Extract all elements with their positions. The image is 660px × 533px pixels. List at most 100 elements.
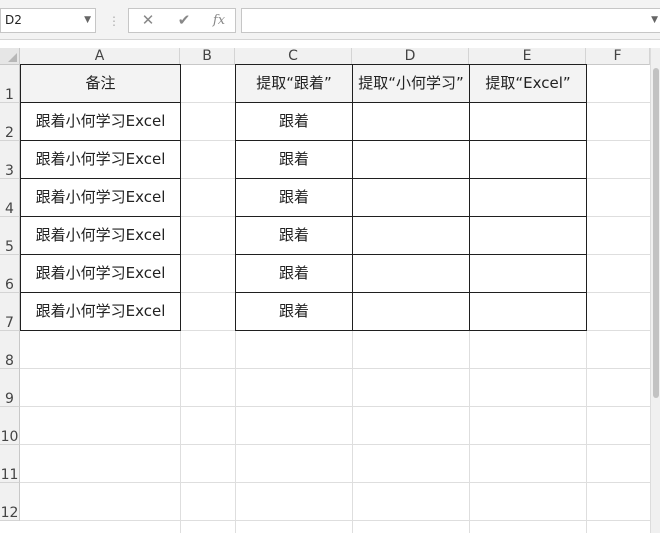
table-border	[20, 64, 21, 331]
cell-e6[interactable]	[470, 255, 586, 292]
table-border	[180, 64, 181, 331]
row-header-5[interactable]: 5	[0, 217, 20, 255]
row-number: 7	[5, 315, 14, 331]
column-header-e[interactable]: E	[469, 48, 586, 65]
formula-input[interactable]: ▼	[241, 8, 660, 33]
select-all-icon	[8, 53, 17, 62]
cell-a5[interactable]: 跟着小何学习Excel	[21, 217, 180, 254]
header-cell-d[interactable]: 提取“小何学习”	[353, 65, 469, 102]
cell-a4[interactable]: 跟着小何学习Excel	[21, 179, 180, 216]
header-cell-a[interactable]: 备注	[21, 65, 180, 102]
row-header-12[interactable]: 12	[0, 483, 20, 521]
table-border	[20, 216, 181, 217]
cell-c5[interactable]: 跟着	[236, 217, 352, 254]
cell-d4[interactable]	[353, 179, 469, 216]
row-number: 1	[5, 87, 14, 103]
row-number: 4	[5, 201, 14, 217]
cell-a3[interactable]: 跟着小何学习Excel	[21, 141, 180, 178]
spreadsheet-grid[interactable]: A B C D E F 1 2 3 4 5 6 7 8 9 10 11 12 备注 提取“跟着” 提取“小何学习” 提取“…	[0, 48, 660, 533]
gridline	[20, 406, 650, 407]
table-border	[20, 254, 181, 255]
cell-c2[interactable]: 跟着	[236, 103, 352, 140]
row-header-10[interactable]: 10	[0, 407, 20, 445]
table-border	[20, 64, 181, 65]
row-number: 2	[5, 125, 14, 141]
scrollbar-thumb[interactable]	[653, 68, 659, 398]
row-number: 12	[0, 505, 19, 521]
expand-formula-icon[interactable]: ▼	[651, 9, 658, 32]
cell-e4[interactable]	[470, 179, 586, 216]
row-number: 9	[5, 391, 14, 407]
vertical-dots-icon: ⋮	[108, 14, 120, 28]
column-header-d[interactable]: D	[352, 48, 469, 65]
cell-e7[interactable]	[470, 293, 586, 330]
cell-c4[interactable]: 跟着	[236, 179, 352, 216]
gridline	[20, 520, 650, 521]
row-number: 10	[0, 429, 19, 445]
cell-d6[interactable]	[353, 255, 469, 292]
check-icon[interactable]: ✔	[170, 9, 198, 32]
header-cell-c[interactable]: 提取“跟着”	[236, 65, 352, 102]
row-number: 3	[5, 163, 14, 179]
chevron-down-icon[interactable]: ▼	[84, 9, 91, 32]
column-header-f[interactable]: F	[586, 48, 650, 65]
row-header-6[interactable]: 6	[0, 255, 20, 293]
row-header-7[interactable]: 7	[0, 293, 20, 331]
table-border	[352, 64, 353, 331]
table-border	[235, 254, 587, 255]
cell-c6[interactable]: 跟着	[236, 255, 352, 292]
table-border	[235, 64, 236, 331]
header-cell-e[interactable]: 提取“Excel”	[470, 65, 586, 102]
formula-buttons: ✕ ✔ fx	[128, 8, 236, 33]
insert-function-icon[interactable]: fx	[205, 9, 233, 32]
table-border	[235, 102, 587, 103]
column-header-c[interactable]: C	[235, 48, 352, 65]
row-number: 11	[0, 467, 19, 483]
table-border	[235, 140, 587, 141]
gridline	[20, 482, 650, 483]
gridline	[20, 444, 650, 445]
row-number: 6	[5, 277, 14, 293]
table-border	[20, 140, 181, 141]
cell-c7[interactable]: 跟着	[236, 293, 352, 330]
row-number: 8	[5, 353, 14, 369]
row-header-4[interactable]: 4	[0, 179, 20, 217]
cell-d5[interactable]	[353, 217, 469, 254]
table-border	[586, 64, 587, 331]
cell-c3[interactable]: 跟着	[236, 141, 352, 178]
column-header-a[interactable]: A	[20, 48, 180, 65]
table-border	[235, 292, 587, 293]
row-header-9[interactable]: 9	[0, 369, 20, 407]
table-border	[20, 178, 181, 179]
table-border	[235, 330, 587, 331]
cell-e5[interactable]	[470, 217, 586, 254]
row-header-11[interactable]: 11	[0, 445, 20, 483]
cell-d2[interactable]	[353, 103, 469, 140]
table-border	[20, 102, 181, 103]
cell-a6[interactable]: 跟着小何学习Excel	[21, 255, 180, 292]
formula-bar: D2 ▼ ⋮ ✕ ✔ fx ▼	[0, 0, 660, 40]
name-box[interactable]: D2 ▼	[0, 8, 96, 33]
table-border	[235, 178, 587, 179]
cell-a2[interactable]: 跟着小何学习Excel	[21, 103, 180, 140]
table-border	[469, 64, 470, 331]
table-border	[235, 64, 587, 65]
cell-a7[interactable]: 跟着小何学习Excel	[21, 293, 180, 330]
table-border	[20, 292, 181, 293]
gridline	[20, 368, 650, 369]
cell-d7[interactable]	[353, 293, 469, 330]
table-border	[20, 330, 181, 331]
row-header-8[interactable]: 8	[0, 331, 20, 369]
cancel-icon[interactable]: ✕	[134, 9, 162, 32]
table-border	[235, 216, 587, 217]
vertical-scrollbar[interactable]	[650, 48, 660, 533]
cell-e2[interactable]	[470, 103, 586, 140]
cell-e3[interactable]	[470, 141, 586, 178]
cell-d3[interactable]	[353, 141, 469, 178]
select-all-button[interactable]	[0, 48, 20, 65]
row-number: 5	[5, 239, 14, 255]
row-header-2[interactable]: 2	[0, 103, 20, 141]
row-header-1[interactable]: 1	[0, 65, 20, 103]
column-header-b[interactable]: B	[180, 48, 235, 65]
row-header-3[interactable]: 3	[0, 141, 20, 179]
